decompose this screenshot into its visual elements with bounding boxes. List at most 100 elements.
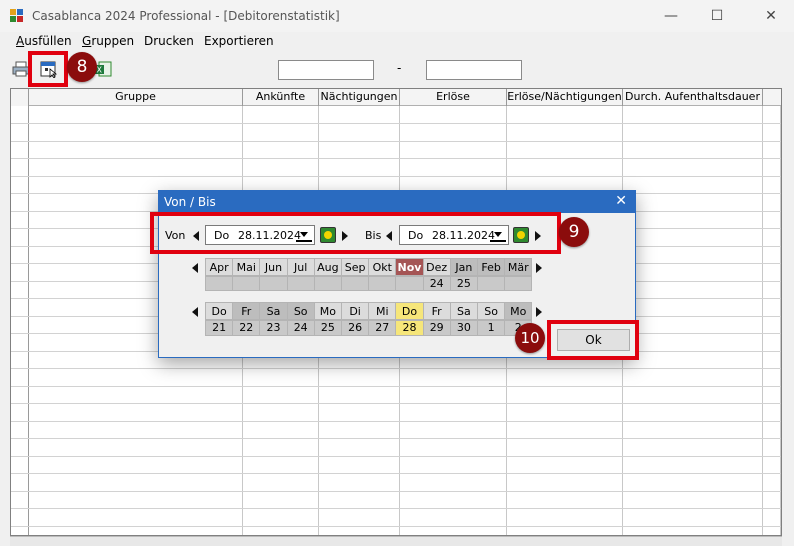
highlight-box-toolbar bbox=[28, 51, 68, 87]
month-cell-2[interactable]: Jun bbox=[259, 258, 288, 276]
month-number-6 bbox=[368, 276, 397, 291]
month-number-8: 24 bbox=[422, 276, 451, 291]
day-number-7[interactable]: 28 bbox=[395, 320, 424, 336]
step-badge-9: 9 bbox=[559, 217, 589, 247]
horizontal-scrollbar[interactable] bbox=[10, 536, 782, 546]
month-number-10 bbox=[477, 276, 506, 291]
weekday-cell-8[interactable]: Fr bbox=[422, 302, 451, 320]
day-number-10[interactable]: 1 bbox=[477, 320, 506, 336]
highlight-box-ok bbox=[547, 320, 639, 360]
weekday-cell-9[interactable]: Sa bbox=[449, 302, 478, 320]
table-row bbox=[11, 368, 781, 369]
month-cell-7[interactable]: Nov bbox=[395, 258, 424, 276]
weekday-cell-11[interactable]: Mo bbox=[504, 302, 533, 320]
day-prev-arrow-icon[interactable] bbox=[192, 307, 198, 317]
day-number-1[interactable]: 22 bbox=[232, 320, 261, 336]
table-row bbox=[11, 438, 781, 439]
weekday-cell-3[interactable]: So bbox=[286, 302, 315, 320]
weekday-cell-4[interactable]: Mo bbox=[313, 302, 342, 320]
table-row bbox=[11, 403, 781, 404]
day-number-9[interactable]: 30 bbox=[449, 320, 478, 336]
month-cell-10[interactable]: Feb bbox=[477, 258, 506, 276]
month-number-7 bbox=[395, 276, 424, 291]
month-number-0 bbox=[205, 276, 234, 291]
menu-exportieren[interactable]: Exportieren bbox=[204, 34, 274, 48]
month-cell-8[interactable]: Dez bbox=[422, 258, 451, 276]
menu-drucken[interactable]: Drucken bbox=[144, 34, 194, 48]
month-number-2 bbox=[259, 276, 288, 291]
column-naechtigungen[interactable]: Nächtigungen bbox=[319, 89, 400, 106]
month-cell-3[interactable]: Jul bbox=[286, 258, 315, 276]
column-erloese[interactable]: Erlöse bbox=[400, 89, 507, 106]
weekday-cell-10[interactable]: So bbox=[477, 302, 506, 320]
close-button[interactable]: ✕ bbox=[748, 0, 794, 32]
month-cell-9[interactable]: Jan bbox=[449, 258, 478, 276]
column-ankuenfte[interactable]: Ankünfte bbox=[243, 89, 319, 106]
day-number-3[interactable]: 24 bbox=[286, 320, 315, 336]
month-next-arrow-icon[interactable] bbox=[536, 263, 542, 273]
weekday-cell-2[interactable]: Sa bbox=[259, 302, 288, 320]
menu-bar: Ausfüllen Gruppen Drucken Exportieren bbox=[0, 32, 794, 52]
table-row bbox=[11, 385, 781, 387]
month-number-11 bbox=[504, 276, 533, 291]
month-number-4 bbox=[313, 276, 342, 291]
maximize-button[interactable]: ☐ bbox=[694, 0, 740, 32]
corner-cell bbox=[11, 89, 29, 106]
column-aufenthaltsdauer[interactable]: Durch. Aufenthaltsdauer bbox=[623, 89, 763, 106]
day-next-arrow-icon[interactable] bbox=[536, 307, 542, 317]
menu-gruppen[interactable]: Gruppen bbox=[82, 34, 134, 48]
table-row bbox=[11, 525, 781, 527]
month-cell-4[interactable]: Aug bbox=[313, 258, 342, 276]
dialog-close-icon[interactable]: ✕ bbox=[615, 193, 627, 209]
window-title: Casablanca 2024 Professional - [Debitore… bbox=[32, 9, 340, 23]
svg-text:X: X bbox=[97, 66, 103, 75]
minimize-button[interactable]: — bbox=[648, 0, 694, 32]
month-cell-0[interactable]: Apr bbox=[205, 258, 234, 276]
dialog-title: Von / Bis bbox=[164, 195, 216, 209]
column-gruppe[interactable]: Gruppe bbox=[29, 89, 243, 106]
to-date-input[interactable] bbox=[426, 60, 522, 80]
table-row bbox=[11, 490, 781, 492]
vertical-scrollbar[interactable] bbox=[782, 88, 794, 546]
table-row bbox=[11, 158, 781, 159]
day-number-6[interactable]: 27 bbox=[368, 320, 397, 336]
month-number-9: 25 bbox=[449, 276, 478, 291]
day-number-8[interactable]: 29 bbox=[422, 320, 451, 336]
weekday-cell-0[interactable]: Do bbox=[205, 302, 234, 320]
day-number-2[interactable]: 23 bbox=[259, 320, 288, 336]
title-bar: Casablanca 2024 Professional - [Debitore… bbox=[0, 0, 794, 32]
toolbar: X - bbox=[0, 54, 794, 84]
row-header-column bbox=[11, 89, 29, 535]
dialog-title-bar: Von / Bis ✕ bbox=[159, 191, 635, 213]
table-row bbox=[11, 508, 781, 509]
weekday-cell-5[interactable]: Di bbox=[341, 302, 370, 320]
table-row bbox=[11, 473, 781, 474]
month-number-5 bbox=[341, 276, 370, 291]
step-badge-10: 10 bbox=[515, 323, 545, 353]
from-date-input[interactable] bbox=[278, 60, 374, 80]
table-row bbox=[11, 455, 781, 457]
weekday-cell-1[interactable]: Fr bbox=[232, 302, 261, 320]
app-logo-icon bbox=[10, 9, 24, 23]
column-erloese-naechtigungen[interactable]: Erlöse/Nächtigungen bbox=[507, 89, 623, 106]
table-header: Gruppe Ankünfte Nächtigungen Erlöse Erlö… bbox=[11, 89, 781, 106]
day-number-5[interactable]: 26 bbox=[341, 320, 370, 336]
highlight-box-dates bbox=[150, 212, 561, 254]
month-cell-11[interactable]: Mär bbox=[504, 258, 533, 276]
month-cell-1[interactable]: Mai bbox=[232, 258, 261, 276]
table-row bbox=[11, 420, 781, 422]
menu-ausfuellen[interactable]: Ausfüllen bbox=[16, 34, 72, 48]
month-prev-arrow-icon[interactable] bbox=[192, 263, 198, 273]
month-number-1 bbox=[232, 276, 261, 291]
range-separator: - bbox=[397, 61, 402, 75]
weekday-cell-6[interactable]: Mi bbox=[368, 302, 397, 320]
step-badge-8: 8 bbox=[67, 52, 97, 82]
month-number-3 bbox=[286, 276, 315, 291]
table-row bbox=[11, 123, 781, 124]
weekday-cell-7[interactable]: Do bbox=[395, 302, 424, 320]
day-number-4[interactable]: 25 bbox=[313, 320, 342, 336]
month-cell-5[interactable]: Sep bbox=[341, 258, 370, 276]
month-cell-6[interactable]: Okt bbox=[368, 258, 397, 276]
day-number-0[interactable]: 21 bbox=[205, 320, 234, 336]
table-row bbox=[11, 175, 781, 177]
